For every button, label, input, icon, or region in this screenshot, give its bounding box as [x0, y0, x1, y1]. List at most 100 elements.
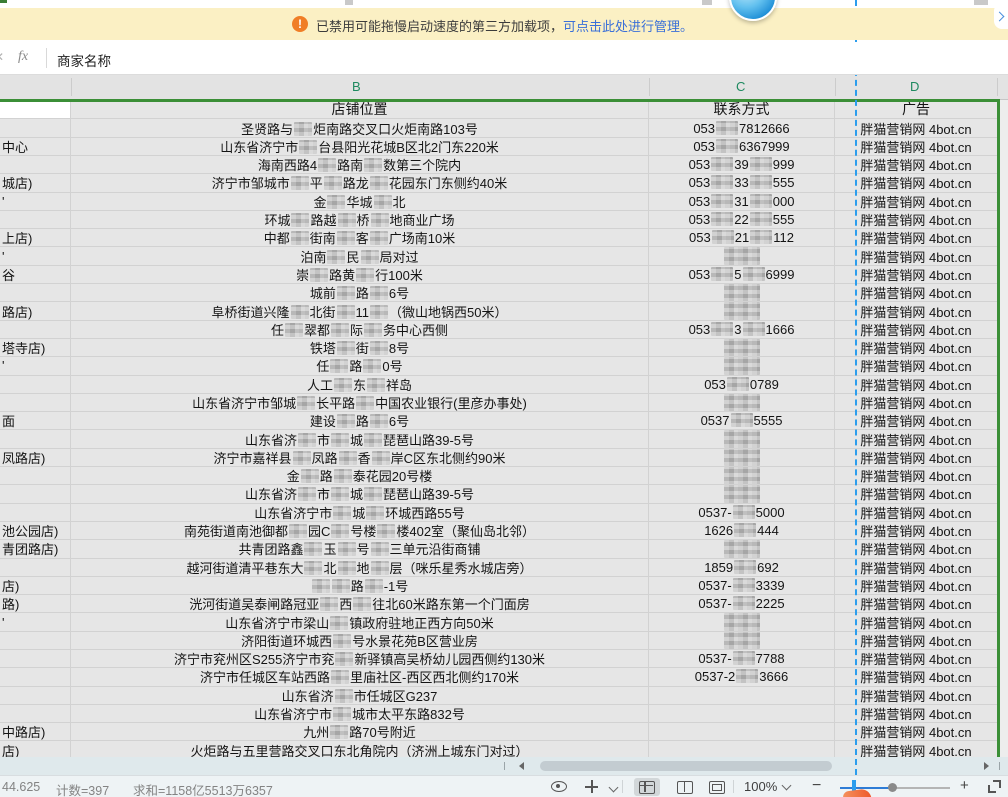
cell-store-name[interactable]: ': [0, 247, 71, 264]
cell-store-location[interactable]: 山东省济宁市城市太平东路832号: [71, 705, 649, 722]
cell-store-location[interactable]: 山东省济宁市邹城长平路中国农业银行(里彦办事处): [71, 394, 649, 411]
cell-store-location[interactable]: 济宁市任城区车站西路里庙社区-西区西北侧约170米: [71, 668, 649, 685]
cell-store-location[interactable]: 路-1号: [71, 577, 649, 594]
cell-contact[interactable]: [649, 394, 835, 411]
cell-ad[interactable]: 胖猫营销网 4bot.cn: [835, 467, 997, 484]
cell-store-name[interactable]: [0, 485, 71, 502]
cell-store-location[interactable]: 圣贤路与炬南路交叉口火炬南路103号: [71, 119, 649, 136]
cell-ad[interactable]: 胖猫营销网 4bot.cn: [835, 632, 997, 649]
cell-store-location[interactable]: 任路0号: [71, 357, 649, 374]
cell-store-location[interactable]: 济宁市兖州区S255济宁市兖新驿镇高吴桥幼儿园西侧约130米: [71, 650, 649, 667]
cell-store-name[interactable]: [0, 668, 71, 685]
cell-contact[interactable]: [649, 449, 835, 466]
cell-store-name[interactable]: [0, 650, 71, 667]
eye-icon[interactable]: [551, 781, 567, 792]
cell-store-name[interactable]: [0, 156, 71, 173]
scroll-left-arrow[interactable]: [519, 762, 524, 770]
cell-contact[interactable]: 0530789: [649, 376, 835, 393]
cell-store-location[interactable]: 金华城北: [71, 193, 649, 210]
header-contact[interactable]: 联系方式: [649, 100, 835, 118]
cell-store-location[interactable]: 环城路越桥地商业广场: [71, 211, 649, 228]
cell-store-name[interactable]: 塔寺店): [0, 339, 71, 356]
cell-ad[interactable]: 胖猫营销网 4bot.cn: [835, 229, 997, 246]
cell-store-location[interactable]: 共青团路鑫玉号三单元沿街商铺: [71, 540, 649, 557]
banner-manage-link[interactable]: 可点击此处进行管理。: [563, 19, 693, 34]
cell-store-name[interactable]: [0, 394, 71, 411]
zoom-level[interactable]: 100%: [744, 779, 790, 794]
cell-store-location[interactable]: 山东省济宁市城环城西路55号: [71, 504, 649, 521]
cell-ad[interactable]: 胖猫营销网 4bot.cn: [835, 247, 997, 264]
cell-contact[interactable]: [649, 613, 835, 630]
cell-store-location[interactable]: 山东省济宁市台县阳光花城B区北2门东220米: [71, 138, 649, 155]
cell-contact[interactable]: 0537-23666: [649, 668, 835, 685]
cell-ad[interactable]: 胖猫营销网 4bot.cn: [835, 449, 997, 466]
cell-ad[interactable]: 胖猫营销网 4bot.cn: [835, 540, 997, 557]
cell-contact[interactable]: 05331000: [649, 193, 835, 210]
cell-ad[interactable]: 胖猫营销网 4bot.cn: [835, 174, 997, 191]
cell-contact[interactable]: 1859692: [649, 559, 835, 576]
cell-store-name[interactable]: [0, 467, 71, 484]
cell-ad[interactable]: 胖猫营销网 4bot.cn: [835, 321, 997, 338]
cell-store-location[interactable]: 山东省济宁市梁山镇政府驻地正西方向50米: [71, 613, 649, 630]
cell-store-name[interactable]: [0, 119, 71, 136]
cell-contact[interactable]: 05322555: [649, 211, 835, 228]
cell-contact[interactable]: 05339999: [649, 156, 835, 173]
scrollbar-thumb[interactable]: [540, 761, 832, 771]
cell-ad[interactable]: 胖猫营销网 4bot.cn: [835, 504, 997, 521]
cell-store-name[interactable]: 路): [0, 595, 71, 612]
cell-store-name[interactable]: 中路店): [0, 723, 71, 740]
active-cell-a1[interactable]: [0, 100, 71, 118]
cell-store-name[interactable]: ': [0, 193, 71, 210]
cell-store-name[interactable]: [0, 504, 71, 521]
page-layout-view-button[interactable]: [672, 778, 698, 796]
cell-store-location[interactable]: 人工东祥岛: [71, 376, 649, 393]
cell-store-name[interactable]: 上店): [0, 229, 71, 246]
cell-ad[interactable]: 胖猫营销网 4bot.cn: [835, 559, 997, 576]
cell-store-name[interactable]: 面: [0, 412, 71, 429]
cell-store-name[interactable]: 中心: [0, 138, 71, 155]
cell-store-location[interactable]: 建设路6号: [71, 412, 649, 429]
move-selection-icon[interactable]: [585, 780, 598, 793]
cell-store-location[interactable]: 济宁市邹城市平路龙花园东门东侧约40米: [71, 174, 649, 191]
cell-ad[interactable]: 胖猫营销网 4bot.cn: [835, 430, 997, 447]
cell-contact[interactable]: [649, 632, 835, 649]
cell-contact[interactable]: 0537812666: [649, 119, 835, 136]
cell-ad[interactable]: 胖猫营销网 4bot.cn: [835, 595, 997, 612]
cell-contact[interactable]: 0537-7788: [649, 650, 835, 667]
cell-ad[interactable]: 胖猫营销网 4bot.cn: [835, 577, 997, 594]
cell-store-name[interactable]: [0, 430, 71, 447]
cell-ad[interactable]: 胖猫营销网 4bot.cn: [835, 357, 997, 374]
formula-input[interactable]: 商家名称: [57, 50, 111, 70]
cell-contact[interactable]: [649, 485, 835, 502]
cell-contact[interactable]: [649, 284, 835, 301]
cell-store-name[interactable]: 店): [0, 741, 71, 757]
banner-collapse-button[interactable]: [994, 3, 1008, 29]
cell-contact[interactable]: 05333555: [649, 174, 835, 191]
cell-store-location[interactable]: 山东省济市城琵琶山路39-5号: [71, 485, 649, 502]
header-ad[interactable]: 广告: [835, 100, 997, 118]
cell-store-name[interactable]: 谷: [0, 266, 71, 283]
cell-ad[interactable]: 胖猫营销网 4bot.cn: [835, 485, 997, 502]
cancel-icon[interactable]: ✕: [0, 50, 4, 64]
column-header-B[interactable]: B: [352, 79, 361, 94]
cell-store-location[interactable]: 越河街道清平巷东大北地层（咪乐星秀水城店旁）: [71, 559, 649, 576]
cell-contact[interactable]: [649, 540, 835, 557]
cell-ad[interactable]: 胖猫营销网 4bot.cn: [835, 138, 997, 155]
cell-contact[interactable]: [649, 357, 835, 374]
fx-icon[interactable]: fx: [18, 49, 28, 65]
cell-contact[interactable]: [649, 467, 835, 484]
cell-ad[interactable]: 胖猫营销网 4bot.cn: [835, 211, 997, 228]
cell-contact[interactable]: [649, 247, 835, 264]
cell-contact[interactable]: 05356999: [649, 266, 835, 283]
cell-contact[interactable]: 05321112: [649, 229, 835, 246]
cell-ad[interactable]: 胖猫营销网 4bot.cn: [835, 119, 997, 136]
cell-ad[interactable]: 胖猫营销网 4bot.cn: [835, 193, 997, 210]
cell-store-location[interactable]: 九州路70号附近: [71, 723, 649, 740]
cell-ad[interactable]: 胖猫营销网 4bot.cn: [835, 613, 997, 630]
cell-store-location[interactable]: 海南西路4路南数第三个院内: [71, 156, 649, 173]
cell-store-name[interactable]: [0, 284, 71, 301]
header-store-location[interactable]: 店铺位置: [71, 100, 649, 118]
cell-store-name[interactable]: [0, 705, 71, 722]
cell-contact[interactable]: [649, 687, 835, 704]
cell-ad[interactable]: 胖猫营销网 4bot.cn: [835, 668, 997, 685]
